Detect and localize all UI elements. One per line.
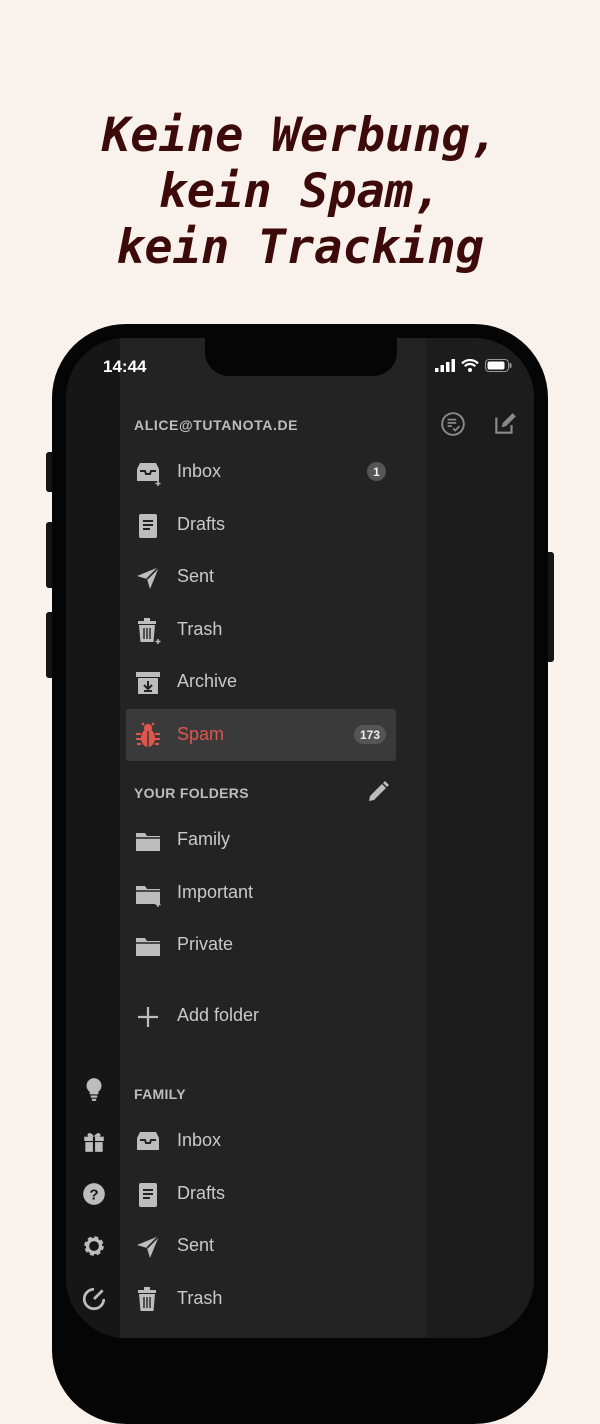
folder-label: Drafts <box>177 514 226 534</box>
svg-text:?: ? <box>89 1186 98 1203</box>
your-folders-heading: YOUR FOLDERS <box>134 785 249 801</box>
gift-icon[interactable] <box>81 1128 107 1154</box>
headline-line-3: kein Tracking <box>116 220 484 275</box>
status-icons <box>435 358 512 372</box>
folder-item-important[interactable]: Important <box>126 867 396 919</box>
folder-icon <box>136 833 160 851</box>
folder-item-spam[interactable]: Spam 173 <box>126 709 396 761</box>
family-folder-item-trash[interactable]: Trash <box>126 1273 396 1325</box>
drafts-icon <box>139 514 157 538</box>
edit-pencil-icon[interactable] <box>366 780 390 804</box>
logout-icon[interactable] <box>81 1286 107 1312</box>
sent-icon <box>137 1235 160 1258</box>
volume-up-button <box>46 522 52 588</box>
folder-item-inbox[interactable]: Inbox 1 <box>126 446 396 498</box>
sent-icon <box>137 566 160 589</box>
trash-icon <box>138 618 161 644</box>
headline-line-1: Keine Werbung, <box>101 108 499 163</box>
compose-icon[interactable] <box>492 411 518 437</box>
cellular-signal-icon <box>435 358 455 372</box>
mute-switch <box>46 452 52 492</box>
plus-icon <box>138 1007 158 1027</box>
folder-label: Sent <box>177 1235 215 1255</box>
add-folder-button[interactable]: Add folder <box>126 990 396 1042</box>
folder-icon <box>136 886 161 907</box>
navigation-rail: ? <box>66 338 120 1338</box>
wifi-icon <box>461 358 479 372</box>
folder-icon <box>136 938 160 956</box>
account-email: ALICE@TUTANOTA.DE <box>134 417 299 433</box>
folder-item-archive[interactable]: Archive <box>126 656 396 708</box>
lightbulb-icon[interactable] <box>81 1076 107 1102</box>
family-folder-item-inbox[interactable]: Inbox <box>126 1115 396 1167</box>
power-button <box>548 552 554 662</box>
folder-label: Inbox <box>177 1130 222 1150</box>
folder-item-sent[interactable]: Sent <box>126 551 396 603</box>
family-folder-item-drafts[interactable]: Drafts <box>126 1168 396 1220</box>
folder-label: Inbox <box>177 461 222 481</box>
family-section-heading: FAMILY <box>134 1086 186 1102</box>
folder-label: Trash <box>177 1288 223 1308</box>
battery-icon <box>485 358 512 372</box>
folder-label: Private <box>177 934 234 954</box>
headline: Keine Werbung, kein Spam, kein Tracking <box>0 108 600 276</box>
folder-label: Trash <box>177 619 223 639</box>
folder-label: Important <box>177 882 254 902</box>
drafts-icon <box>139 1183 157 1207</box>
phone-screen: ? 14:44 ALICE@TUTANOTA.DE Inbox 1 Drafts… <box>66 338 534 1338</box>
volume-down-button <box>46 612 52 678</box>
trash-icon <box>138 1287 156 1311</box>
unread-count-badge: 173 <box>353 725 386 744</box>
help-icon[interactable]: ? <box>81 1181 107 1207</box>
folder-item-drafts[interactable]: Drafts <box>126 499 396 551</box>
settings-gear-icon[interactable] <box>81 1233 107 1259</box>
folder-label: Spam <box>177 724 225 744</box>
mail-list-pane <box>426 338 534 1338</box>
status-time: 14:44 <box>103 357 147 376</box>
notch <box>205 338 397 376</box>
headline-line-2: kein Spam, <box>158 164 442 219</box>
folder-label: Drafts <box>177 1183 226 1203</box>
add-folder-label: Add folder <box>177 1005 260 1025</box>
folder-label: Sent <box>177 566 215 586</box>
multi-select-icon[interactable] <box>440 411 466 437</box>
spam-bug-icon <box>136 722 160 747</box>
folder-label: Archive <box>177 671 238 691</box>
folder-item-private[interactable]: Private <box>126 919 396 971</box>
unread-count-badge: 1 <box>367 462 386 481</box>
folder-label: Family <box>177 829 230 849</box>
inbox-icon <box>137 463 161 486</box>
archive-icon <box>136 672 160 694</box>
folder-item-trash[interactable]: Trash <box>126 604 396 656</box>
folder-item-family[interactable]: Family <box>126 814 396 866</box>
family-folder-item-sent[interactable]: Sent <box>126 1220 396 1272</box>
inbox-icon <box>137 1132 159 1150</box>
